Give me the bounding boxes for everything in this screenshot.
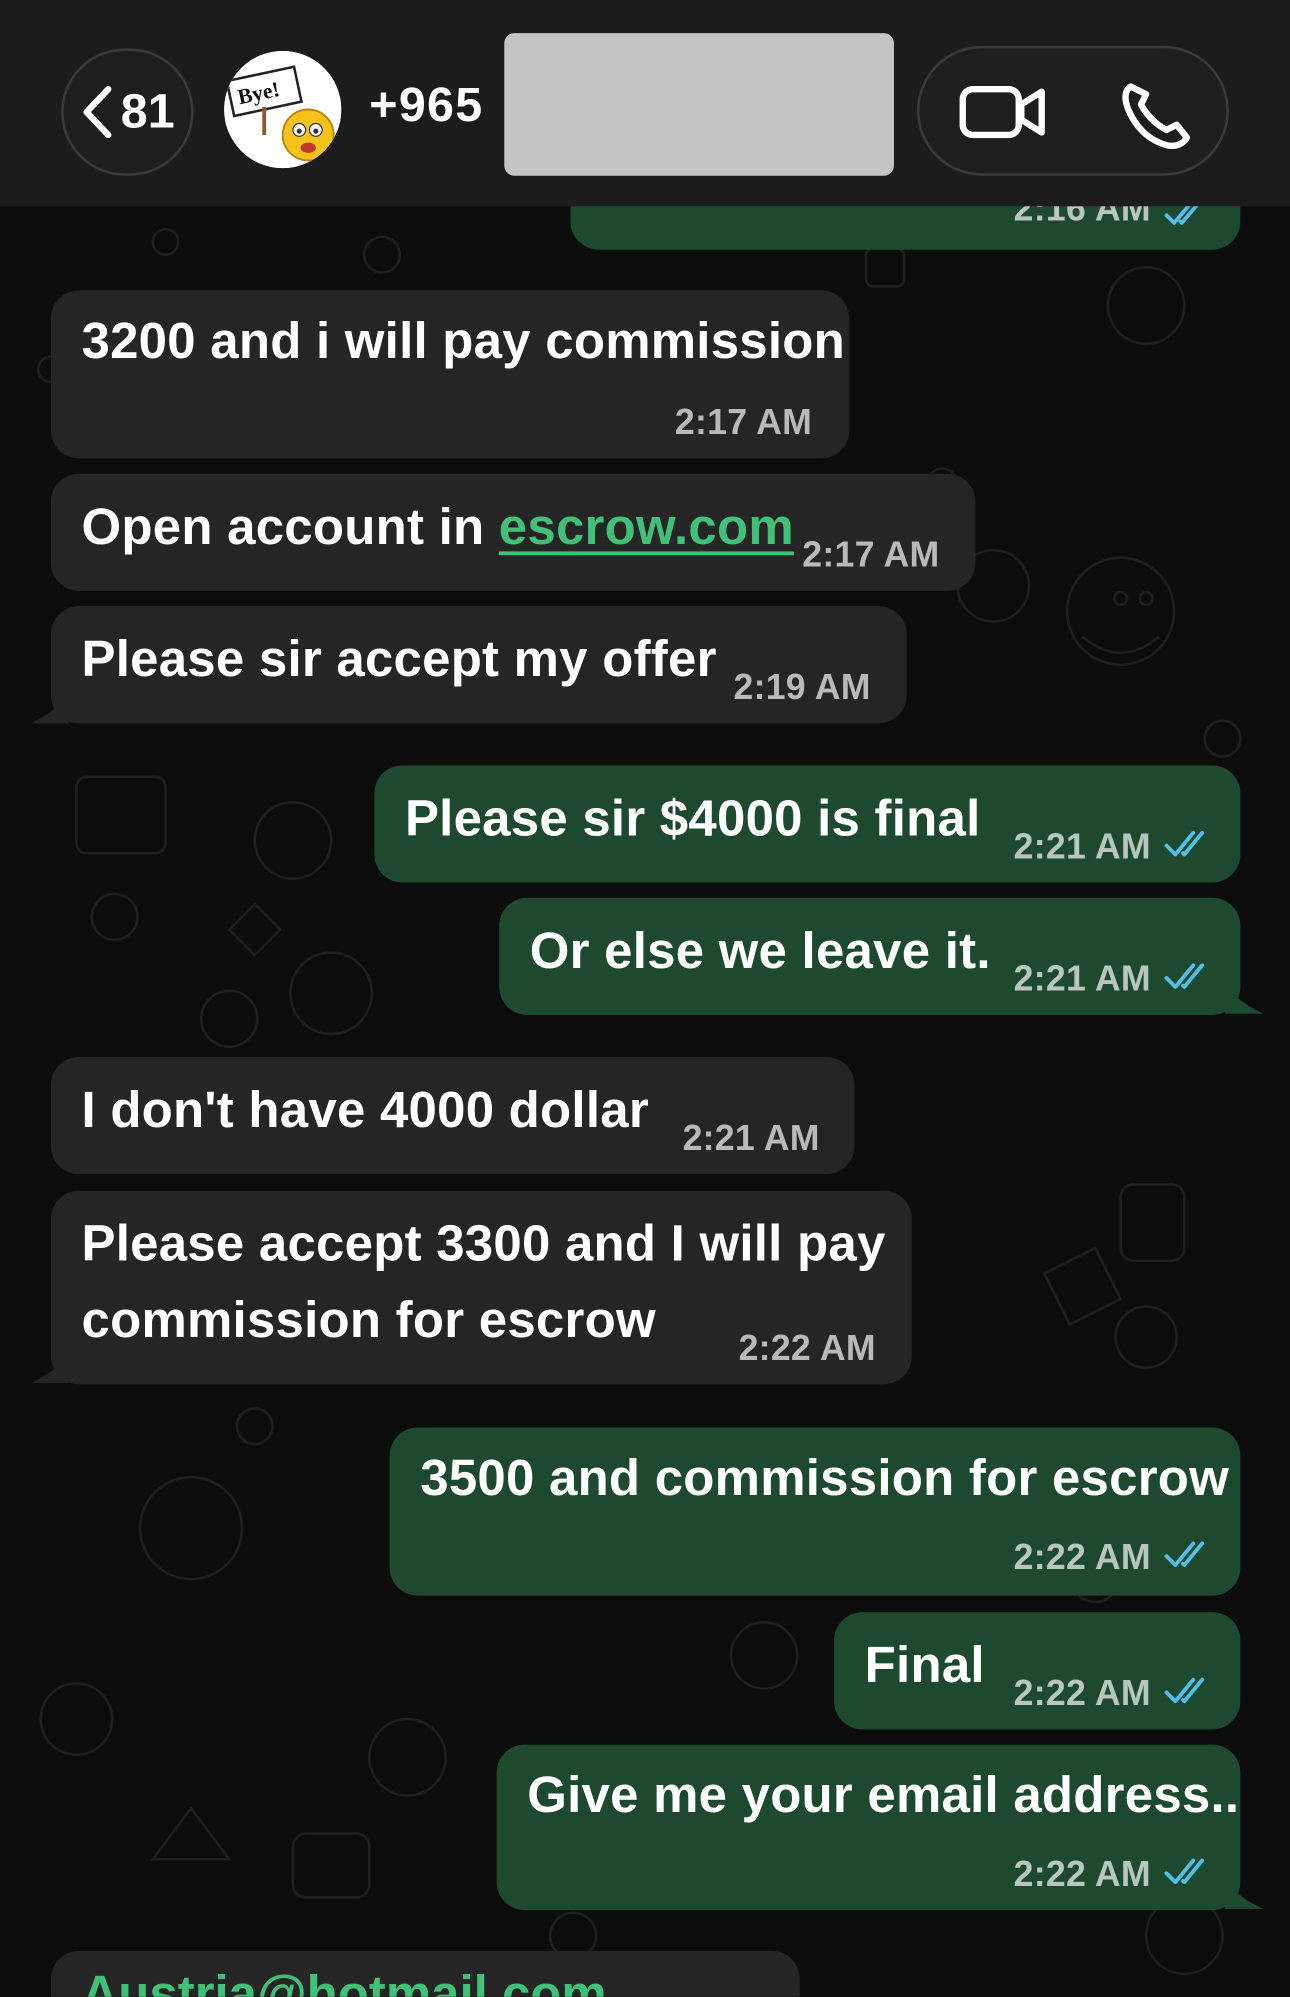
back-button[interactable]: 81 (61, 48, 194, 176)
contact-name[interactable]: +965 (369, 79, 483, 134)
outgoing-message-bubble[interactable]: Or else we leave it. 2:21 AM (499, 897, 1241, 1015)
message-text-line-1: Please accept 3300 and I will pay (81, 1216, 886, 1273)
bubble-tail-icon (1225, 1880, 1264, 1909)
read-receipt-icon (1164, 963, 1205, 989)
message-time: 2:17 AM (674, 402, 813, 442)
message-time: 2:19 AM (733, 667, 871, 707)
message-time: 2:21 AM (1013, 958, 1151, 999)
video-call-icon[interactable] (958, 79, 1050, 145)
incoming-message-bubble[interactable]: Austria@hotmail.com (50, 1950, 800, 1997)
message-time: 2:21 AM (1013, 826, 1151, 866)
email-link[interactable]: Austria@hotmail.com (82, 1966, 607, 1997)
message-text: I don't have 4000 dollar (81, 1082, 649, 1139)
incoming-message-bubble[interactable]: Please accept 3300 and I will pay commis… (50, 1190, 912, 1385)
chat-header: 81 Bye! +965 (0, 0, 1290, 207)
incoming-message-bubble[interactable]: I don't have 4000 dollar 2:21 AM (50, 1056, 855, 1175)
message-text: Open account in escrow.com (82, 489, 794, 565)
incoming-message-bubble[interactable]: Open account in escrow.com 2:17 AM (50, 473, 976, 591)
avatar[interactable]: Bye! (224, 50, 342, 169)
message-text-line-2: commission for escrow (81, 1292, 656, 1349)
message-time: 2:22 AM (1013, 1854, 1151, 1894)
incoming-message-bubble[interactable]: 3200 and i will pay commission 2:17 AM (50, 290, 850, 459)
read-receipt-icon (1164, 1858, 1205, 1885)
message-time: 2:21 AM (682, 1118, 820, 1158)
message-time: 2:22 AM (738, 1328, 876, 1368)
message-text: Please sir accept my offer (81, 631, 717, 688)
message-text: Or else we leave it. (529, 923, 991, 980)
outgoing-message-bubble[interactable]: 3500 and commission for escrow 2:22 AM (389, 1427, 1241, 1596)
message-time: 2:22 AM (1013, 1673, 1151, 1713)
incoming-message-bubble[interactable]: Please sir accept my offer 2:19 AM (50, 606, 907, 724)
message-text: Final (864, 1637, 985, 1694)
unread-count: 81 (120, 84, 175, 139)
read-receipt-icon (1164, 830, 1205, 857)
phone-call-icon[interactable] (1118, 76, 1194, 152)
avatar-image: Bye! (224, 50, 342, 169)
read-receipt-icon (1164, 1541, 1205, 1567)
message-time: 2:17 AM (802, 534, 940, 575)
bubble-tail-icon (30, 695, 69, 724)
outgoing-message-bubble[interactable]: Final 2:22 AM (834, 1612, 1241, 1730)
message-text: 3200 and i will pay commission (81, 313, 846, 370)
outgoing-message-bubble[interactable]: Please sir $4000 is final 2:21 AM (374, 765, 1241, 883)
bubble-tail-icon (1225, 985, 1264, 1014)
chat-screen: 2:16 AM 81 Bye! +965 3200 and i will pay… (0, 0, 1290, 1997)
call-actions (916, 45, 1229, 176)
read-receipt-icon (1164, 1677, 1205, 1704)
message-text-prefix: Open account in (81, 499, 499, 556)
message-text: Give me your email address.. (527, 1767, 1240, 1824)
escrow-link[interactable]: escrow.com (499, 499, 794, 555)
message-text: 3500 and commission for escrow (420, 1450, 1230, 1507)
message-text: Please sir $4000 is final (404, 790, 981, 847)
bubble-tail-icon (30, 1354, 69, 1383)
chevron-left-icon (83, 85, 112, 139)
message-time: 2:22 AM (1013, 1537, 1151, 1577)
outgoing-message-bubble[interactable]: Give me your email address.. 2:22 AM (496, 1744, 1241, 1911)
redacted-name-block (504, 33, 894, 176)
